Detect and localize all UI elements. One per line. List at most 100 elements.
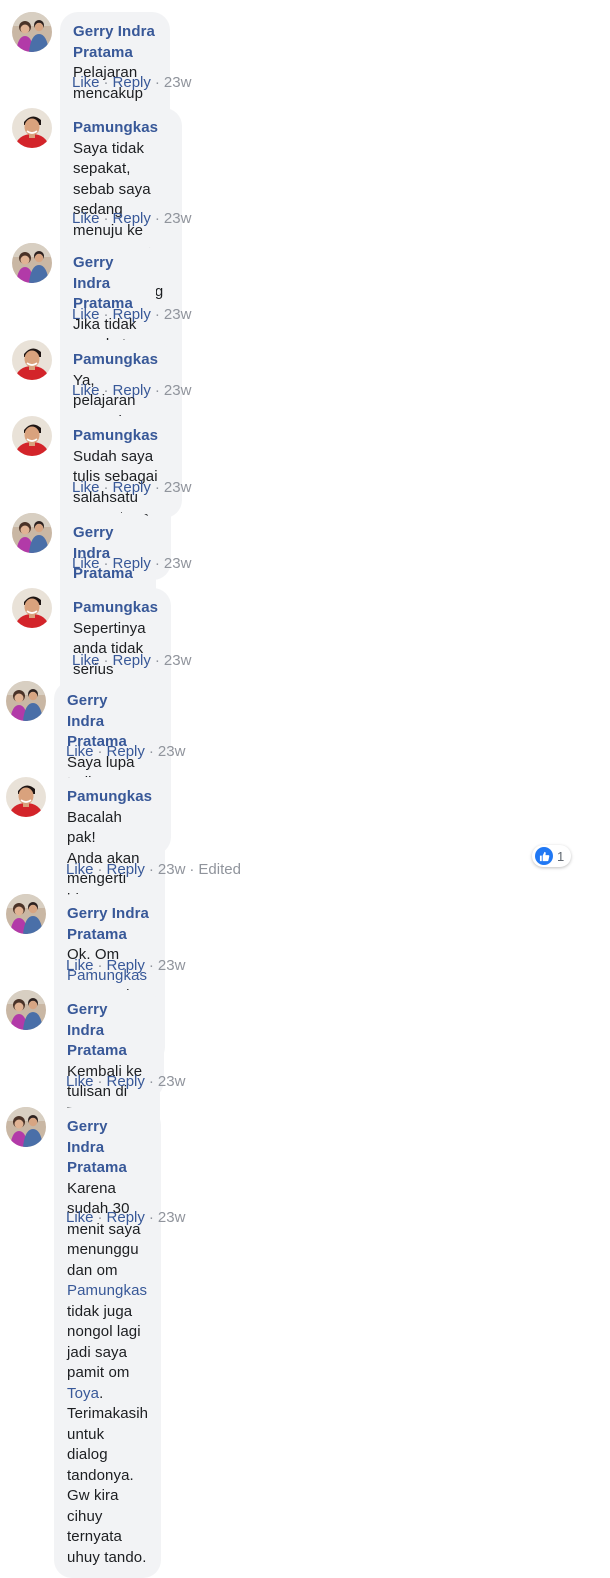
comment-actions: Like · Reply · 23w bbox=[66, 743, 185, 760]
reply-link[interactable]: Reply bbox=[107, 1073, 145, 1090]
timestamp-link[interactable]: 23w bbox=[158, 1073, 186, 1090]
comment-text: Bacalah pak! bbox=[67, 808, 122, 847]
mention-link[interactable]: Toya bbox=[67, 1385, 99, 1402]
reply-link[interactable]: Reply bbox=[113, 306, 151, 323]
comment-author-link[interactable]: Pamungkas bbox=[73, 599, 158, 616]
gerry-avatar[interactable] bbox=[12, 513, 52, 553]
separator-dot: · bbox=[154, 74, 160, 91]
like-link[interactable]: Like bbox=[72, 652, 100, 669]
comment-author-link[interactable]: Pamungkas bbox=[73, 119, 158, 136]
comment-actions: Like · Reply · 23w bbox=[66, 1073, 185, 1090]
separator-dot: · bbox=[148, 1073, 154, 1090]
like-link[interactable]: Like bbox=[66, 1209, 94, 1226]
separator-dot: · bbox=[97, 1209, 103, 1226]
comment-text: tidak juga nongol lagi jadi saya pamit o… bbox=[67, 1302, 141, 1382]
reaction-summary[interactable]: 1 bbox=[532, 845, 572, 867]
reply-link[interactable]: Reply bbox=[107, 957, 145, 974]
like-link[interactable]: Like bbox=[72, 210, 100, 227]
pamungkas-avatar[interactable] bbox=[12, 416, 52, 456]
like-link[interactable]: Like bbox=[66, 743, 94, 760]
separator-dot: · bbox=[154, 382, 160, 399]
like-link[interactable]: Like bbox=[66, 1073, 94, 1090]
comment-author-link[interactable]: Gerry Indra Pratama bbox=[73, 524, 133, 582]
separator-dot: · bbox=[103, 382, 109, 399]
separator-dot: · bbox=[103, 74, 109, 91]
separator-dot: · bbox=[154, 652, 160, 669]
separator-dot: · bbox=[189, 861, 195, 878]
separator-dot: · bbox=[97, 743, 103, 760]
separator-dot: · bbox=[154, 210, 160, 227]
comment-author-link[interactable]: Gerry Indra Pratama bbox=[67, 1118, 127, 1176]
reply-link[interactable]: Reply bbox=[113, 479, 151, 496]
like-link[interactable]: Like bbox=[66, 957, 94, 974]
like-link[interactable]: Like bbox=[66, 861, 94, 878]
comment-actions: Like · Reply · 23w bbox=[72, 306, 191, 323]
reply-link[interactable]: Reply bbox=[113, 382, 151, 399]
reply-link[interactable]: Reply bbox=[107, 743, 145, 760]
separator-dot: · bbox=[148, 861, 154, 878]
comment-author-link[interactable]: Gerry Indra Pratama bbox=[67, 1001, 127, 1059]
separator-dot: · bbox=[97, 957, 103, 974]
comment-actions: Like · Reply · 23w bbox=[72, 652, 191, 669]
reaction-count: 1 bbox=[557, 848, 565, 864]
reply-link[interactable]: Reply bbox=[113, 210, 151, 227]
comment-actions: Like · Reply · 23w bbox=[72, 382, 191, 399]
timestamp-link[interactable]: 23w bbox=[164, 382, 192, 399]
comment-actions: Like · Reply · 23w bbox=[66, 957, 185, 974]
separator-dot: · bbox=[103, 210, 109, 227]
like-link[interactable]: Like bbox=[72, 479, 100, 496]
gerry-avatar[interactable] bbox=[6, 990, 46, 1030]
separator-dot: · bbox=[154, 306, 160, 323]
timestamp-link[interactable]: 23w bbox=[164, 74, 192, 91]
comment-author-link[interactable]: Pamungkas bbox=[73, 351, 158, 368]
separator-dot: · bbox=[148, 957, 154, 974]
timestamp-link[interactable]: 23w bbox=[158, 1209, 186, 1226]
comment-author-link[interactable]: Gerry Indra Pratama bbox=[67, 692, 127, 750]
pamungkas-avatar[interactable] bbox=[12, 108, 52, 148]
separator-dot: · bbox=[97, 1073, 103, 1090]
timestamp-link[interactable]: 23w bbox=[158, 861, 186, 878]
like-link[interactable]: Like bbox=[72, 555, 100, 572]
comment-author-link[interactable]: Pamungkas bbox=[67, 788, 152, 805]
like-link[interactable]: Like bbox=[72, 306, 100, 323]
pamungkas-avatar[interactable] bbox=[12, 588, 52, 628]
comment-author-link[interactable]: Pamungkas bbox=[73, 427, 158, 444]
separator-dot: · bbox=[103, 479, 109, 496]
separator-dot: · bbox=[154, 479, 160, 496]
comment-actions: Like · Reply · 23w · Edited bbox=[66, 861, 241, 878]
pamungkas-avatar[interactable] bbox=[12, 340, 52, 380]
timestamp-link[interactable]: 23w bbox=[164, 210, 192, 227]
separator-dot: · bbox=[103, 652, 109, 669]
reply-link[interactable]: Reply bbox=[113, 555, 151, 572]
reply-link[interactable]: Reply bbox=[107, 861, 145, 878]
comment-actions: Like · Reply · 23w bbox=[66, 1209, 185, 1226]
comment-bubble: Gerry Indra Pratama Karena sudah 30 meni… bbox=[54, 1107, 162, 1578]
reply-link[interactable]: Reply bbox=[113, 74, 151, 91]
gerry-avatar[interactable] bbox=[12, 12, 52, 52]
timestamp-link[interactable]: 23w bbox=[164, 479, 192, 496]
comment-author-link[interactable]: Gerry Indra Pratama bbox=[67, 905, 149, 943]
timestamp-link[interactable]: 23w bbox=[164, 555, 192, 572]
comment-author-link[interactable]: Gerry Indra Pratama bbox=[73, 23, 155, 61]
comment-actions: Like · Reply · 23w bbox=[72, 74, 191, 91]
gerry-avatar[interactable] bbox=[6, 681, 46, 721]
thumbs-up-icon bbox=[535, 847, 553, 865]
timestamp-link[interactable]: 23w bbox=[158, 957, 186, 974]
separator-dot: · bbox=[103, 306, 109, 323]
gerry-avatar[interactable] bbox=[6, 1107, 46, 1147]
reply-link[interactable]: Reply bbox=[113, 652, 151, 669]
edited-label[interactable]: Edited bbox=[198, 861, 241, 878]
gerry-avatar[interactable] bbox=[12, 243, 52, 283]
reply-link[interactable]: Reply bbox=[107, 1209, 145, 1226]
comment-author-link[interactable]: Gerry Indra Pratama bbox=[73, 254, 133, 312]
gerry-avatar[interactable] bbox=[6, 894, 46, 934]
comment-actions: Like · Reply · 23w bbox=[72, 210, 191, 227]
mention-link[interactable]: Pamungkas bbox=[67, 1282, 147, 1299]
timestamp-link[interactable]: 23w bbox=[158, 743, 186, 760]
separator-dot: · bbox=[97, 861, 103, 878]
like-link[interactable]: Like bbox=[72, 74, 100, 91]
pamungkas-avatar[interactable] bbox=[6, 777, 46, 817]
timestamp-link[interactable]: 23w bbox=[164, 306, 192, 323]
like-link[interactable]: Like bbox=[72, 382, 100, 399]
timestamp-link[interactable]: 23w bbox=[164, 652, 192, 669]
